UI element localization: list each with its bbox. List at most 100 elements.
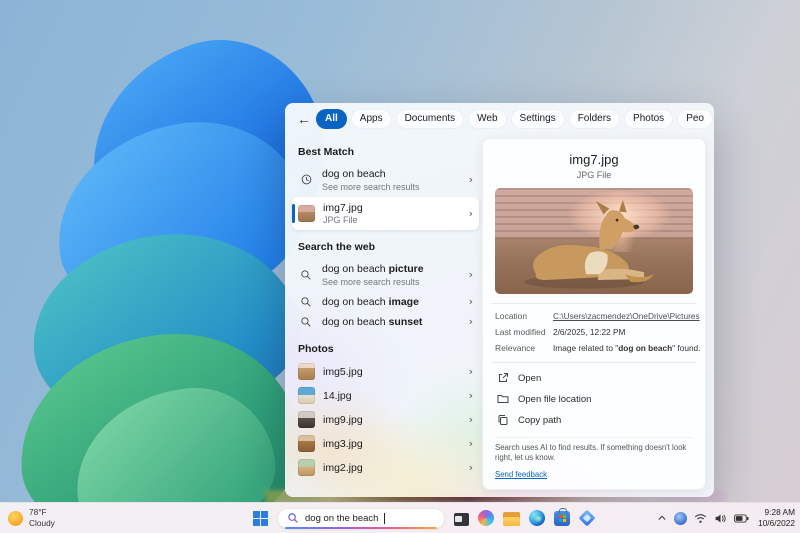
volume-icon[interactable] <box>714 513 727 524</box>
tab-web[interactable]: Web <box>468 109 507 129</box>
tab-people[interactable]: Peo <box>677 109 713 129</box>
action-copy-path[interactable]: Copy path <box>497 414 691 426</box>
open-external-icon <box>497 372 509 384</box>
web-suggestion-image[interactable]: dog on beach image › <box>292 292 479 312</box>
meta-label: Relevance <box>495 343 536 353</box>
meta-location: Location C:\Users\zacmendez\OneDrive\Pic… <box>495 311 700 321</box>
result-title: img5.jpg <box>323 365 363 378</box>
result-text: dog on beach image <box>322 296 461 308</box>
tab-settings[interactable]: Settings <box>510 109 565 129</box>
divider <box>491 303 697 304</box>
tray-app-icon[interactable] <box>674 511 688 525</box>
web-suggestion-picture[interactable]: dog on beach picture See more search res… <box>292 258 479 292</box>
start-button[interactable] <box>253 510 268 526</box>
search-results-list: Best Match dog on beach See more search … <box>292 135 479 480</box>
copilot-button[interactable] <box>478 510 494 526</box>
tab-all[interactable]: All <box>316 109 347 129</box>
app-button-blue-diamond[interactable] <box>578 509 596 527</box>
photo-result-14[interactable]: 14.jpg › <box>292 384 479 408</box>
chevron-right-icon[interactable]: › <box>469 413 473 426</box>
result-title: img3.jpg <box>323 437 363 450</box>
taskbar-search-box[interactable]: dog on the beach <box>277 507 445 529</box>
meta-relevance: Relevance Image related to "dog on beach… <box>495 343 700 353</box>
task-view-button[interactable] <box>454 512 469 526</box>
send-feedback-link[interactable]: Send feedback <box>495 470 547 479</box>
chevron-right-icon[interactable]: › <box>469 365 473 378</box>
web-suggestion-sunset[interactable]: dog on beach sunset › <box>292 312 479 332</box>
search-icon <box>298 316 314 328</box>
action-label: Open <box>518 372 542 384</box>
microsoft-store-button[interactable] <box>554 508 570 526</box>
chevron-right-icon[interactable]: › <box>469 389 473 402</box>
taskbar-center: dog on the beach <box>253 503 596 533</box>
chevron-right-icon[interactable]: › <box>469 173 473 186</box>
tab-apps[interactable]: Apps <box>350 109 392 129</box>
preview-file-name: img7.jpg <box>569 152 619 167</box>
meta-label: Location <box>495 311 528 321</box>
result-title: dog on beach image <box>322 295 419 308</box>
tray-date-value: 10/6/2022 <box>758 518 795 528</box>
meta-value: Image related to "dog on beach" found. <box>553 343 701 353</box>
action-label: Copy path <box>518 414 562 426</box>
dog-illustration <box>524 200 654 290</box>
file-preview-card: img7.jpg JPG File Location C:\Users\zacm… <box>482 138 706 490</box>
search-icon <box>298 296 314 308</box>
photo-result-img5[interactable]: img5.jpg › <box>292 360 479 384</box>
tab-photos[interactable]: Photos <box>624 109 674 129</box>
img9-thumbnail <box>298 411 315 428</box>
battery-icon[interactable] <box>734 513 749 523</box>
result-title: dog on beach sunset <box>322 315 423 328</box>
weather-condition: Cloudy <box>29 518 55 528</box>
result-title: img9.jpg <box>323 413 363 426</box>
result-history-dog-on-beach[interactable]: dog on beach See more search results › <box>292 163 479 197</box>
chevron-right-icon[interactable]: › <box>469 268 473 281</box>
meta-value: 2/6/2025, 12:22 PM <box>553 327 626 337</box>
result-text: img5.jpg <box>323 366 461 378</box>
action-open-file-location[interactable]: Open file location <box>497 393 691 405</box>
search-header: ← All Apps Documents Web Settings Folder… <box>285 103 714 135</box>
chevron-right-icon[interactable]: › <box>469 315 473 328</box>
search-icon <box>298 269 314 281</box>
photo-result-img9[interactable]: img9.jpg › <box>292 408 479 432</box>
tab-folders[interactable]: Folders <box>568 109 621 129</box>
hidden-icons-chevron[interactable] <box>657 513 667 523</box>
file-explorer-button[interactable] <box>503 512 520 526</box>
location-link[interactable]: C:\Users\zacmendez\OneDrive\Pictures <box>553 311 700 321</box>
photo-result-img3[interactable]: img3.jpg › <box>292 432 479 456</box>
history-icon <box>298 173 314 186</box>
tray-time-value: 9:28 AM <box>764 506 795 517</box>
result-text: dog on beach See more search results <box>322 168 461 192</box>
result-text: img3.jpg <box>323 438 461 450</box>
weather-widget[interactable]: 78°F Cloudy <box>8 505 55 531</box>
preview-image-dog-on-beach <box>495 188 693 294</box>
store-logo <box>558 515 566 522</box>
result-text: img9.jpg <box>323 414 461 426</box>
action-open[interactable]: Open <box>497 372 691 384</box>
back-button[interactable]: ← <box>297 111 311 127</box>
result-title: dog on beach picture <box>322 263 424 275</box>
chevron-right-icon[interactable]: › <box>469 437 473 450</box>
meta-last-modified: Last modified 2/6/2025, 12:22 PM <box>495 327 693 337</box>
result-subtitle: See more search results <box>322 181 420 192</box>
tab-documents[interactable]: Documents <box>395 109 465 129</box>
wifi-icon[interactable] <box>694 513 707 524</box>
result-title: 14.jpg <box>323 389 352 402</box>
search-flyout-panel: ← All Apps Documents Web Settings Folder… <box>285 103 714 497</box>
chevron-right-icon[interactable]: › <box>469 461 473 474</box>
search-query-text: dog on the beach <box>305 512 379 524</box>
result-text: img7.jpg JPG File <box>323 202 461 226</box>
chevron-right-icon[interactable]: › <box>469 295 473 308</box>
section-header-best-match: Best Match <box>298 146 355 158</box>
result-file-img7[interactable]: img7.jpg JPG File › <box>292 196 479 230</box>
edge-browser-button[interactable] <box>529 510 545 526</box>
img2-thumbnail <box>298 459 315 476</box>
weather-text: 78°F Cloudy <box>29 507 55 529</box>
photo-result-img2[interactable]: img2.jpg › <box>292 456 479 480</box>
result-title: img2.jpg <box>323 461 363 474</box>
system-tray: 9:28 AM 10/6/2022 <box>657 503 795 533</box>
clock[interactable]: 9:28 AM 10/6/2022 <box>758 507 795 529</box>
search-filter-tabs: All Apps Documents Web Settings Folders … <box>316 109 714 129</box>
footer-text: Search uses AI to find results. If somet… <box>495 442 687 463</box>
chevron-right-icon[interactable]: › <box>469 207 473 220</box>
section-header-photos: Photos <box>298 342 334 355</box>
